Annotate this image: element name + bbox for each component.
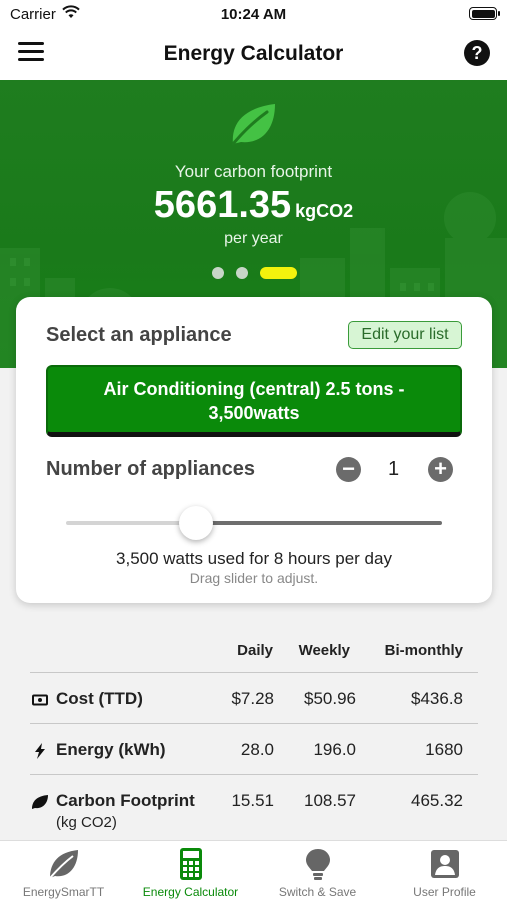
carbon-weekly: 108.57 (304, 791, 356, 810)
footprint-label: Your carbon footprint (174, 162, 333, 181)
appliance-name-line1: Air Conditioning (central) 2.5 tons - (103, 379, 405, 399)
tab-energy-calculator[interactable]: Energy Calculator (127, 841, 254, 900)
footprint-period: per year (224, 230, 283, 247)
page-dot-3-active[interactable] (260, 267, 297, 279)
appliance-card: Select an appliance Edit your list Air C… (16, 297, 492, 603)
tab-label: EnergySmarTT (22, 885, 105, 899)
energy-label: Energy (kWh) (56, 740, 166, 759)
energy-weekly: 196.0 (313, 740, 356, 759)
slider-hint: Drag slider to adjust. (189, 570, 319, 586)
carbon-unit-label: (kg CO2) (56, 814, 117, 831)
calculator-icon (180, 848, 202, 880)
energy-daily: 28.0 (240, 740, 274, 759)
slider-track-remaining[interactable] (196, 521, 442, 525)
tab-user-profile[interactable]: User Profile (381, 841, 507, 900)
header-weekly: Weekly (298, 642, 350, 659)
lightbulb-icon (306, 849, 330, 880)
footprint-unit: kgCO2 (295, 201, 354, 221)
status-bar: Carrier 10:24 AM (0, 0, 507, 30)
carbon-daily: 15.51 (231, 791, 274, 810)
leaf-icon (231, 104, 275, 146)
help-icon[interactable]: ? (464, 40, 490, 66)
table-divider (30, 774, 478, 775)
cost-weekly: $50.96 (304, 689, 356, 708)
nav-bar: Energy Calculator ? (0, 30, 507, 80)
header-bimonthly: Bi-monthly (384, 642, 463, 659)
tab-label: Energy Calculator (142, 885, 239, 899)
tab-energysmartt[interactable]: EnergySmarTT (0, 841, 127, 900)
appliance-name-line2: 3,500watts (208, 403, 300, 423)
profile-icon (431, 850, 459, 878)
tab-switch-save[interactable]: Switch & Save (254, 841, 381, 900)
carbon-bimonthly: 465.32 (411, 791, 463, 810)
hours-slider-thumb[interactable] (179, 506, 213, 540)
slider-track-filled[interactable] (66, 521, 196, 525)
money-icon (32, 694, 48, 706)
appliance-count-value: 1 (387, 458, 400, 480)
tab-label: Switch & Save (278, 885, 357, 899)
appliance-count-label: Number of appliances (46, 458, 255, 480)
cost-bimonthly: $436.8 (411, 689, 463, 708)
carbon-label: Carbon Footprint (56, 791, 195, 810)
clock: 10:24 AM (220, 6, 287, 23)
leaf-icon (49, 850, 78, 879)
leaf-icon (32, 794, 48, 809)
table-row-energy-label: Energy (kWh) (30, 740, 166, 760)
table-row-cost-label: Cost (TTD) (30, 689, 143, 709)
decrease-count-button[interactable]: − (336, 457, 361, 482)
cost-daily: $7.28 (231, 689, 274, 708)
tab-bar: EnergySmarTT Energy Calculator Switch & … (0, 840, 507, 900)
appliance-selector-button[interactable]: Air Conditioning (central) 2.5 tons - 3,… (46, 365, 462, 437)
footprint-value-row: 5661.35 kgCO2 (0, 184, 507, 227)
page-title: Energy Calculator (163, 42, 344, 65)
battery-icon (469, 7, 500, 20)
header-daily: Daily (237, 642, 273, 659)
select-appliance-heading: Select an appliance (46, 324, 232, 346)
footprint-value: 5661.35 (153, 184, 292, 226)
lightning-icon (35, 742, 45, 759)
table-divider (30, 723, 478, 724)
table-row-carbon-label: Carbon Footprint (30, 791, 195, 811)
energy-bimonthly: 1680 (425, 740, 463, 759)
page-dot-1[interactable] (212, 267, 224, 279)
page-dot-2[interactable] (236, 267, 248, 279)
tab-label: User Profile (413, 885, 476, 899)
usage-summary: 3,500 watts used for 8 hours per day (116, 549, 392, 568)
cost-label: Cost (TTD) (56, 689, 143, 708)
table-divider (30, 672, 478, 673)
edit-list-button[interactable]: Edit your list (348, 321, 462, 349)
increase-count-button[interactable]: + (428, 457, 453, 482)
